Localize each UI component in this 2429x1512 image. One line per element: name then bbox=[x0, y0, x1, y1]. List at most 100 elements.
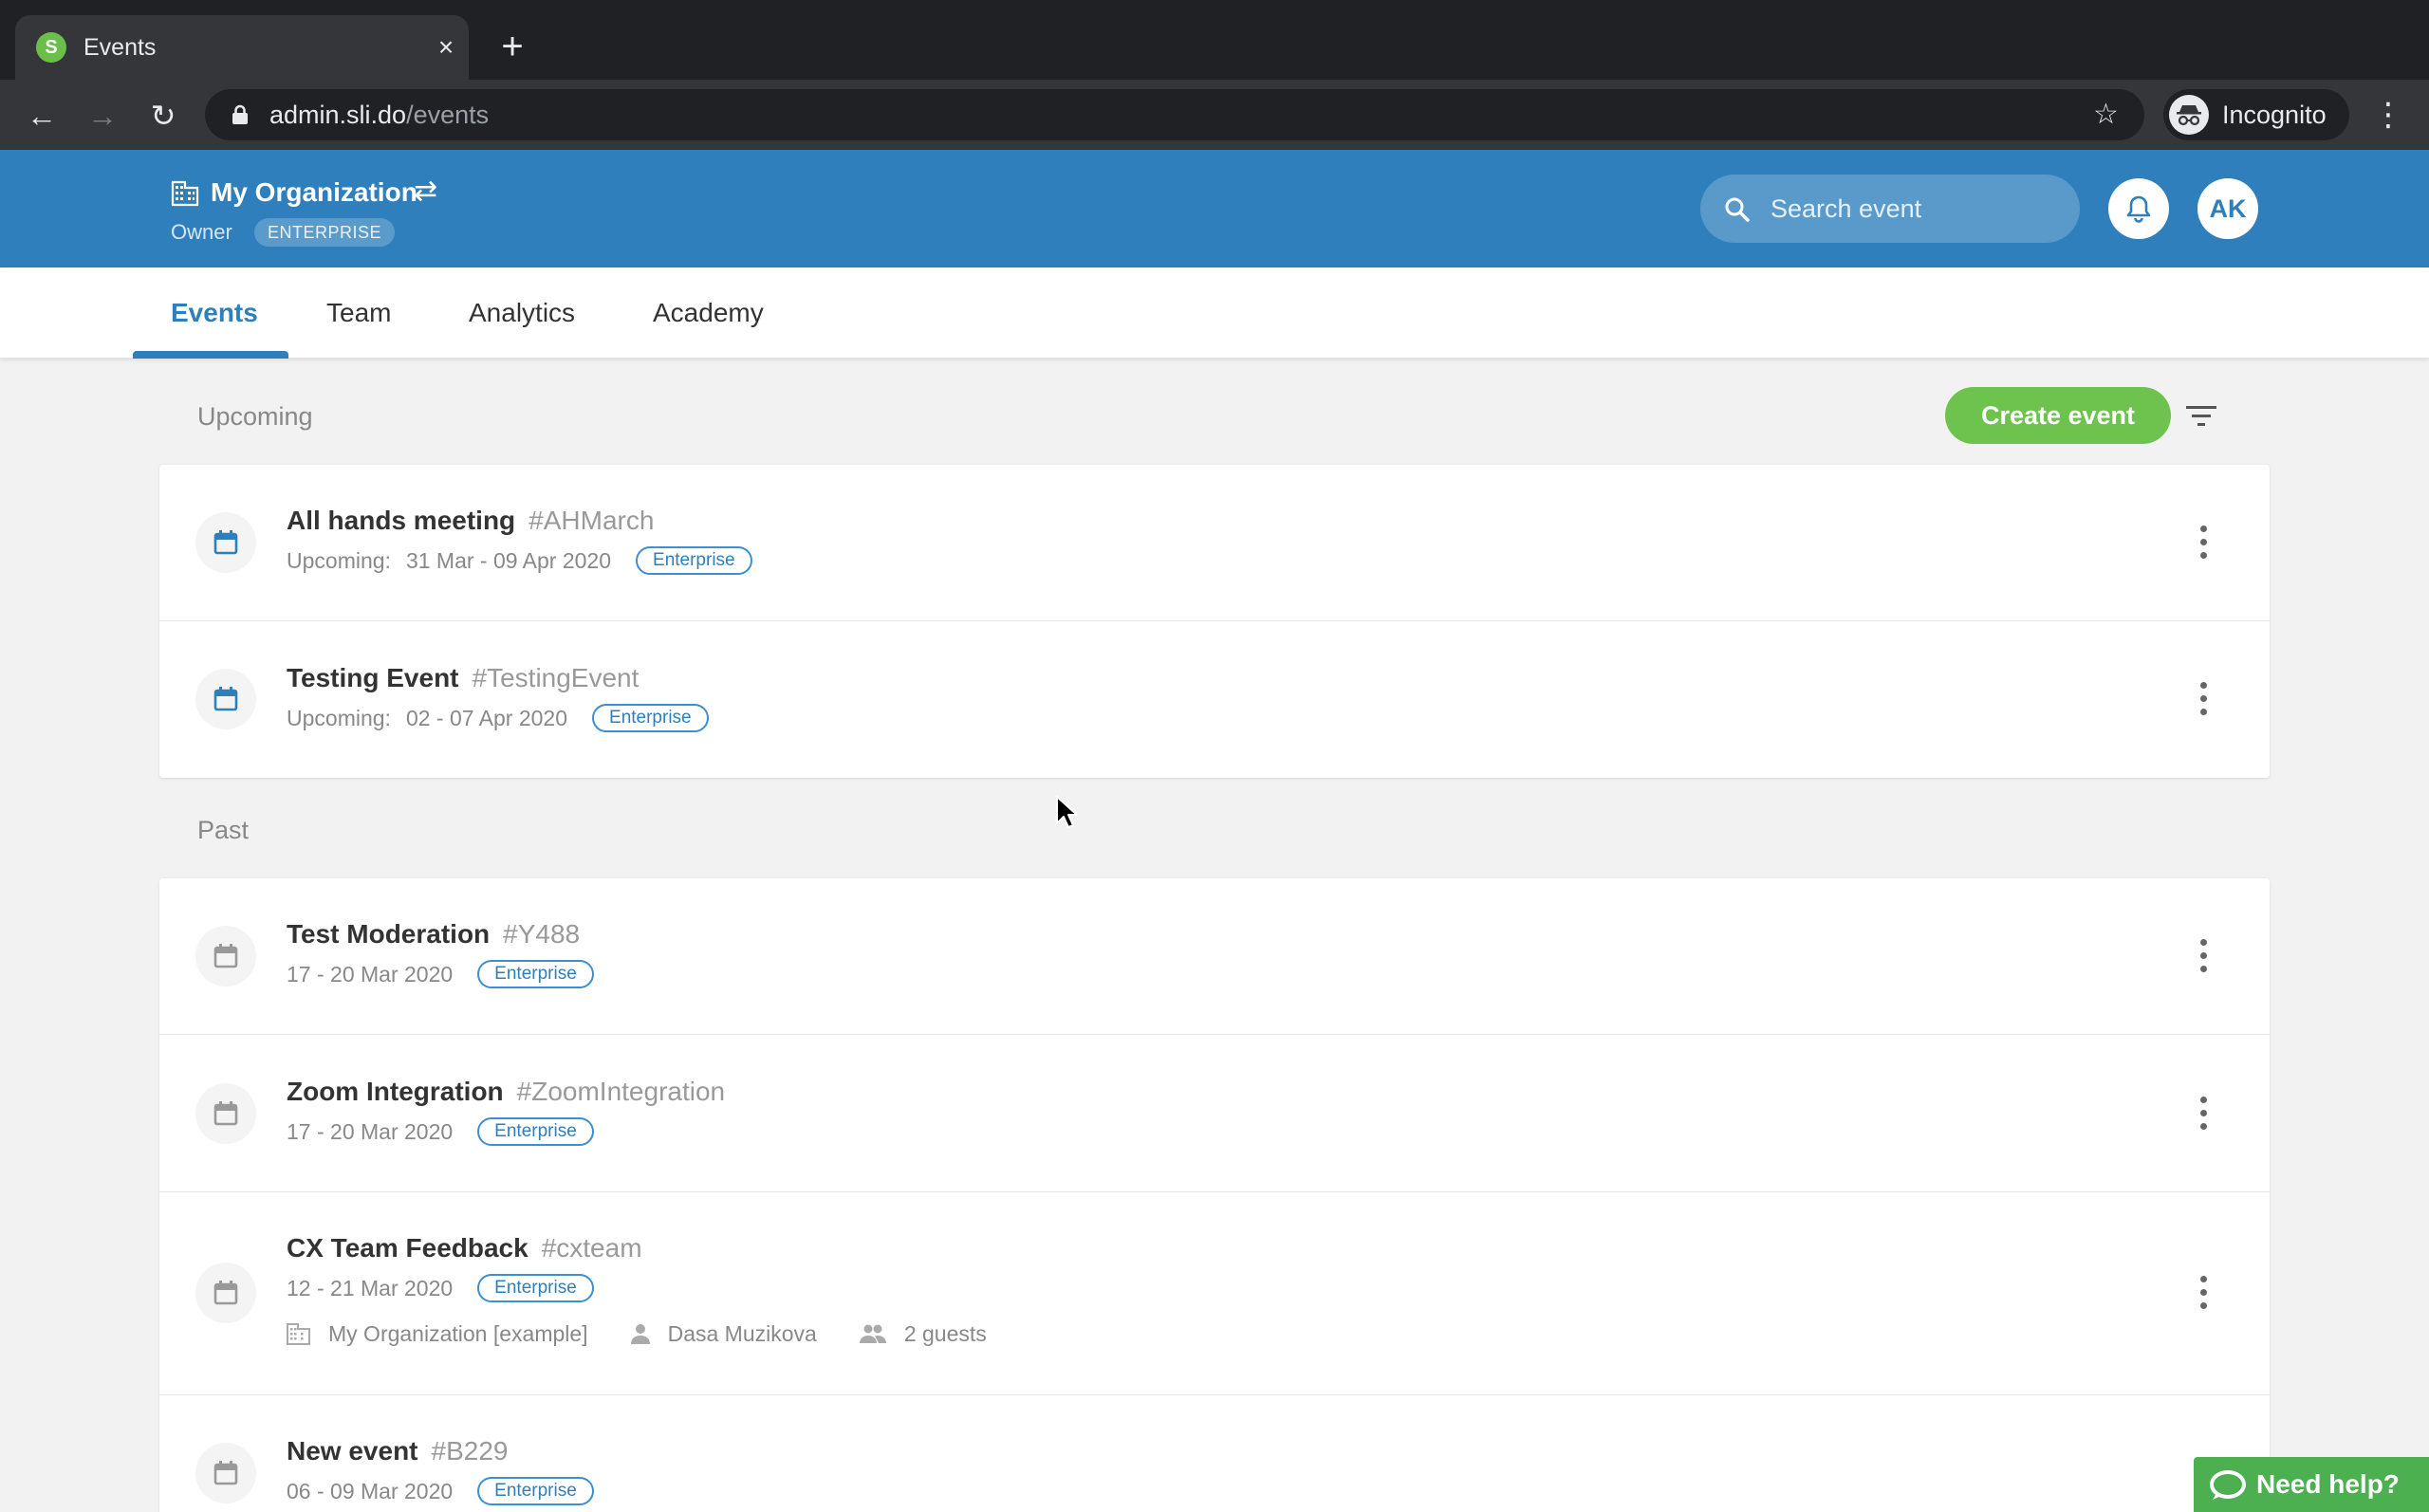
event-code: #ZoomIntegration bbox=[516, 1077, 726, 1106]
app-header: My Organization ⇄ Owner ENTERPRISE AK bbox=[0, 150, 2429, 267]
filter-icon[interactable] bbox=[2184, 402, 2218, 431]
event-dates: 17 - 20 Mar 2020 bbox=[287, 962, 454, 986]
bookmark-star-icon[interactable]: ☆ bbox=[2093, 99, 2119, 131]
event-name[interactable]: All hands meeting #AHMarch bbox=[287, 505, 654, 537]
plan-badge: Enterprise bbox=[477, 960, 594, 988]
calendar-icon bbox=[195, 512, 256, 573]
event-guests: 2 guests bbox=[903, 1321, 987, 1346]
incognito-icon bbox=[2169, 95, 2209, 135]
plan-badge: Enterprise bbox=[477, 1117, 594, 1146]
upcoming-events-list: All hands meeting #AHMarch Upcoming: 31 M… bbox=[159, 465, 2270, 778]
event-dates: 02 - 07 Apr 2020 bbox=[405, 706, 568, 730]
chat-bubble-icon bbox=[2210, 1470, 2246, 1500]
event-row[interactable]: Zoom Integration #ZoomIntegration 17 - 20… bbox=[159, 1035, 2270, 1192]
incognito-label: Incognito bbox=[2222, 101, 2327, 129]
tab-analytics[interactable]: Analytics bbox=[469, 296, 575, 330]
event-row[interactable]: New event #B229 06 - 09 Mar 2020 Enterpri… bbox=[159, 1395, 2270, 1512]
bell-icon bbox=[2126, 195, 2151, 223]
organization-name[interactable]: My Organization bbox=[211, 176, 417, 209]
plan-badge: ENTERPRISE bbox=[254, 218, 396, 247]
tab-team[interactable]: Team bbox=[326, 296, 391, 330]
url-text: admin.sli.do/events bbox=[269, 101, 490, 129]
event-code: #TestingEvent bbox=[472, 663, 640, 692]
people-icon bbox=[859, 1324, 886, 1343]
plan-badge: Enterprise bbox=[592, 704, 709, 732]
search-event-input[interactable] bbox=[1771, 190, 2055, 228]
calendar-icon bbox=[195, 669, 256, 729]
person-icon bbox=[630, 1324, 650, 1344]
building-icon bbox=[171, 180, 199, 207]
slido-favicon-icon: S bbox=[36, 32, 66, 63]
more-options-icon[interactable] bbox=[2188, 933, 2218, 979]
event-row[interactable]: Test Moderation #Y488 17 - 20 Mar 2020 En… bbox=[159, 878, 2270, 1035]
user-avatar[interactable]: AK bbox=[2197, 178, 2258, 239]
event-owner: Dasa Muzikova bbox=[667, 1321, 817, 1346]
back-arrow-icon[interactable]: ← bbox=[23, 97, 61, 135]
event-meta: 17 - 20 Mar 2020 Enterprise bbox=[287, 1117, 594, 1146]
calendar-icon bbox=[195, 1263, 256, 1323]
need-help-label: Need help? bbox=[2256, 1469, 2400, 1499]
role-label: Owner bbox=[171, 220, 232, 244]
plan-badge: Enterprise bbox=[477, 1274, 594, 1302]
event-meta: 06 - 09 Mar 2020 Enterprise bbox=[287, 1477, 594, 1505]
close-icon[interactable]: × bbox=[429, 30, 463, 65]
tab-academy[interactable]: Academy bbox=[653, 296, 764, 330]
notifications-button[interactable] bbox=[2108, 178, 2169, 239]
event-dates: 17 - 20 Mar 2020 bbox=[287, 1119, 454, 1144]
event-status: Upcoming: bbox=[287, 548, 391, 573]
past-events-list: Test Moderation #Y488 17 - 20 Mar 2020 En… bbox=[159, 878, 2270, 1512]
tab-title: Events bbox=[83, 34, 157, 61]
plan-badge: Enterprise bbox=[636, 546, 752, 575]
event-name[interactable]: Test Moderation #Y488 bbox=[287, 918, 580, 950]
event-dates: 31 Mar - 09 Apr 2020 bbox=[405, 548, 612, 573]
event-name[interactable]: CX Team Feedback #cxteam bbox=[287, 1232, 642, 1264]
event-row[interactable]: CX Team Feedback #cxteam 12 - 21 Mar 2020… bbox=[159, 1192, 2270, 1395]
search-event-box[interactable] bbox=[1700, 175, 2080, 243]
event-organization: My Organization [example] bbox=[328, 1321, 588, 1346]
calendar-icon bbox=[195, 926, 256, 986]
need-help-button[interactable]: Need help? bbox=[2194, 1457, 2429, 1512]
reload-icon[interactable]: ↻ bbox=[144, 97, 182, 135]
event-name[interactable]: Zoom Integration #ZoomIntegration bbox=[287, 1076, 725, 1108]
lock-icon bbox=[232, 104, 248, 124]
incognito-indicator[interactable]: Incognito bbox=[2163, 89, 2349, 140]
switch-organization-icon[interactable]: ⇄ bbox=[414, 175, 437, 209]
browser-tabstrip: S Events × + bbox=[0, 0, 2429, 80]
more-options-icon[interactable] bbox=[2188, 520, 2218, 565]
more-options-icon[interactable] bbox=[2188, 676, 2218, 722]
section-title-past: Past bbox=[197, 816, 250, 844]
event-name[interactable]: New event #B229 bbox=[287, 1435, 508, 1467]
event-name[interactable]: Testing Event #TestingEvent bbox=[287, 662, 639, 694]
event-meta: 17 - 20 Mar 2020 Enterprise bbox=[287, 960, 594, 988]
calendar-icon bbox=[195, 1083, 256, 1144]
event-status: Upcoming: bbox=[287, 706, 391, 730]
active-tab-indicator bbox=[133, 351, 288, 359]
event-meta: 12 - 21 Mar 2020 Enterprise bbox=[287, 1274, 594, 1302]
calendar-icon bbox=[195, 1443, 256, 1503]
event-code: #B229 bbox=[431, 1436, 509, 1466]
mouse-cursor-icon bbox=[1056, 796, 1078, 828]
event-code: #Y488 bbox=[503, 919, 581, 949]
event-meta: Upcoming: 31 Mar - 09 Apr 2020 Enterpris… bbox=[287, 546, 752, 575]
event-dates: 06 - 09 Mar 2020 bbox=[287, 1479, 454, 1503]
event-dates: 12 - 21 Mar 2020 bbox=[287, 1276, 454, 1300]
create-event-button[interactable]: Create event bbox=[1945, 387, 2171, 444]
browser-toolbar: ← → ↻ admin.sli.do/events ☆ Incognito ⋮ bbox=[0, 80, 2429, 150]
section-title-upcoming: Upcoming bbox=[197, 402, 313, 431]
plan-badge: Enterprise bbox=[477, 1477, 594, 1505]
event-code: #AHMarch bbox=[528, 506, 655, 535]
address-bar[interactable]: admin.sli.do/events ☆ bbox=[205, 89, 2144, 140]
forward-arrow-icon[interactable]: → bbox=[83, 97, 121, 135]
more-options-icon[interactable] bbox=[2188, 1091, 2218, 1136]
event-details: My Organization [example] Dasa Muzikova … bbox=[287, 1319, 1029, 1348]
event-row[interactable]: All hands meeting #AHMarch Upcoming: 31 M… bbox=[159, 465, 2270, 621]
search-icon bbox=[1725, 197, 1750, 222]
new-tab-plus-icon[interactable]: + bbox=[490, 25, 535, 70]
browser-menu-icon[interactable]: ⋮ bbox=[2372, 95, 2404, 135]
more-options-icon[interactable] bbox=[2188, 1270, 2218, 1316]
tab-events[interactable]: Events bbox=[171, 296, 258, 330]
browser-tab[interactable]: S Events × bbox=[15, 15, 469, 80]
event-row[interactable]: Testing Event #TestingEvent Upcoming: 02 … bbox=[159, 621, 2270, 778]
main-nav: Events Team Analytics Academy bbox=[0, 267, 2429, 359]
event-code: #cxteam bbox=[541, 1233, 642, 1263]
